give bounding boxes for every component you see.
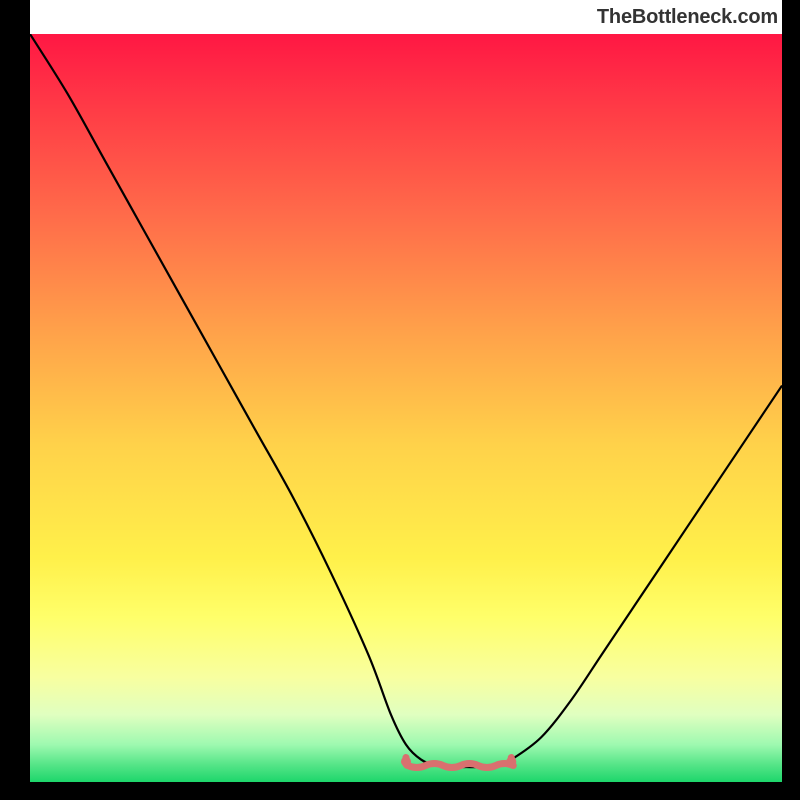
chart-bottom-border: [0, 782, 800, 800]
flat-region-endpoint: [401, 757, 411, 767]
plot-area: [30, 34, 782, 782]
chart-container: TheBottleneck.com: [0, 0, 800, 800]
chart-background: [30, 34, 782, 782]
attribution-text: TheBottleneck.com: [597, 6, 778, 29]
flat-region-endpoint: [506, 757, 516, 767]
caption-bar: TheBottleneck.com: [30, 0, 782, 34]
chart-left-border: [0, 0, 30, 800]
chart-svg: [30, 34, 782, 782]
chart-right-border: [782, 0, 800, 800]
